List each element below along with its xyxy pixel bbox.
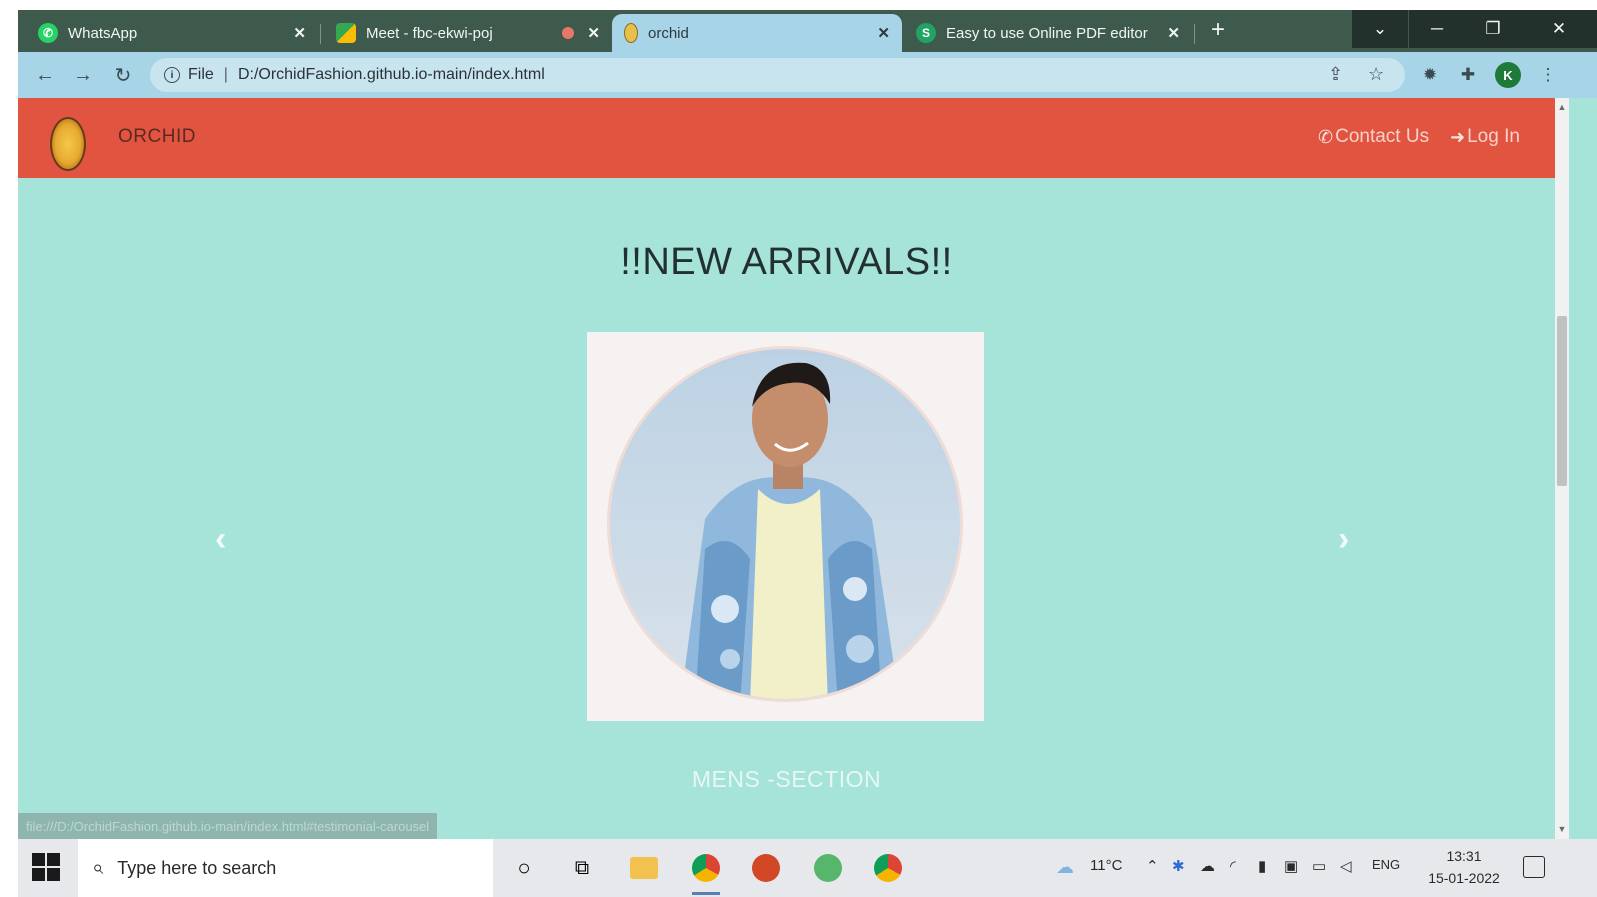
notification-center-icon[interactable] [1523,856,1545,878]
scheme-label: File [188,66,214,83]
model-illustration [680,362,900,699]
bluetooth-icon[interactable]: ✱ [1172,857,1185,875]
tab-whatsapp[interactable]: ✆ WhatsApp ✕ [26,14,318,52]
tab-pdf-editor[interactable]: S Easy to use Online PDF editor ✕ [904,14,1192,52]
windows-start-button[interactable] [32,853,60,881]
cortana-icon[interactable]: ○ [506,850,542,886]
windows-taskbar: ⌕ Type here to search ○ ⧉ ☁ 11°C ⌃ ✱ ☁ ◜… [18,839,1597,897]
weather-temp[interactable]: 11°C [1090,857,1122,874]
taskbar-clock[interactable]: 13:31 15-01-2022 [1418,845,1510,889]
carousel-prev-button[interactable]: ‹ [215,520,226,559]
microphone-icon[interactable]: ▮ [1258,857,1266,875]
link-status-bubble: file:///D:/OrchidFashion.github.io-main/… [18,813,438,839]
orchid-favicon [624,23,638,43]
language-indicator[interactable]: ENG [1372,857,1400,872]
battery-icon[interactable]: ▭ [1312,857,1326,875]
carousel-slide [587,332,984,721]
restore-button[interactable]: ❐ [1465,10,1521,48]
mens-section-caption: MENS -SECTION [691,766,882,792]
close-window-button[interactable]: ✕ [1521,10,1597,48]
tab-separator [320,24,321,44]
onedrive-icon[interactable]: ☁ [1200,857,1215,875]
orchid-logo[interactable] [50,117,86,171]
menu-kebab-icon[interactable]: ⋮ [1536,63,1560,87]
browser-toolbar: ← → ↻ i File | D:/OrchidFashion.github.i… [18,52,1597,98]
share-icon[interactable]: ⇪ [1328,64,1343,85]
taskbar-search-box[interactable]: ⌕ Type here to search [78,839,493,897]
new-arrivals-heading: !!NEW ARRIVALS!! [620,241,953,283]
network-icon[interactable]: ▣ [1284,857,1298,875]
tab-title: Meet - fbc-ekwi-poj [366,24,493,42]
tab-search-button[interactable]: ⌄ [1352,10,1408,48]
login-icon: ➜ [1450,126,1466,147]
contact-us-label: Contact Us [1335,126,1430,147]
search-icon: ⌕ [92,856,104,879]
extensions-puzzle-icon[interactable]: ✚ [1456,63,1480,87]
reload-button[interactable]: ↻ [110,62,136,88]
tab-title: Easy to use Online PDF editor [946,24,1148,42]
site-navbar: ORCHID ✆ Contact Us ➜ Log In [18,98,1555,178]
product-photo [607,346,963,702]
meet-icon [336,23,356,43]
task-view-icon[interactable]: ⧉ [564,850,600,886]
tab-strip: ✆ WhatsApp ✕ Meet - fbc-ekwi-poj ✕ orchi… [18,10,1597,52]
carousel-next-button[interactable]: › [1338,520,1349,559]
clock-time: 13:31 [1446,848,1482,864]
close-icon[interactable]: ✕ [877,24,890,42]
contact-us-link[interactable]: ✆ Contact Us [1318,126,1429,148]
search-placeholder: Type here to search [117,857,277,878]
minimize-button[interactable]: ─ [1409,10,1465,48]
brand-name[interactable]: ORCHID [118,126,196,148]
profile-avatar[interactable]: K [1495,62,1521,88]
extension-bug-icon[interactable]: ✹ [1418,63,1442,87]
whatsapp-icon: ✆ [38,23,58,43]
volume-icon[interactable]: ◁ [1340,857,1352,875]
close-icon[interactable]: ✕ [1167,24,1180,42]
chrome-taskbar-icon[interactable] [688,850,724,895]
info-icon[interactable]: i [164,67,180,83]
sejda-icon: S [916,23,936,43]
weather-cloud-icon[interactable]: ☁ [1056,857,1074,878]
back-button[interactable]: ← [32,62,58,88]
file-explorer-icon[interactable] [626,850,662,886]
tab-orchid[interactable]: orchid ✕ [612,14,902,52]
wifi-icon[interactable]: ◜ [1230,857,1236,875]
url-text: D:/OrchidFashion.github.io-main/index.ht… [237,66,545,83]
login-label: Log In [1467,126,1520,147]
login-link[interactable]: ➜ Log In [1450,126,1520,148]
tab-title: orchid [648,24,689,42]
phone-icon: ✆ [1318,126,1334,147]
new-tab-button[interactable]: + [1206,18,1230,43]
tray-overflow-icon[interactable]: ⌃ [1146,857,1159,875]
close-icon[interactable]: ✕ [587,24,600,42]
atom-icon[interactable] [810,850,846,886]
chrome-profile-icon[interactable] [870,850,906,886]
tab-meet[interactable]: Meet - fbc-ekwi-poj ✕ [324,14,612,52]
browser-window: ✆ WhatsApp ✕ Meet - fbc-ekwi-poj ✕ orchi… [18,10,1597,897]
close-icon[interactable]: ✕ [293,24,306,42]
powerpoint-icon[interactable] [748,850,784,886]
bookmark-star-icon[interactable]: ☆ [1368,64,1384,85]
forward-button[interactable]: → [70,62,96,88]
tab-separator [1194,24,1195,44]
recording-indicator-icon [562,27,574,39]
scroll-up-icon[interactable]: ▲ [1557,102,1567,112]
tab-title: WhatsApp [68,24,138,42]
address-bar[interactable]: i File | D:/OrchidFashion.github.io-main… [150,58,1405,92]
clock-date: 15-01-2022 [1428,870,1500,886]
scrollbar-thumb[interactable] [1557,316,1567,486]
address-separator: | [223,66,228,83]
scroll-down-icon[interactable]: ▼ [1557,824,1567,834]
